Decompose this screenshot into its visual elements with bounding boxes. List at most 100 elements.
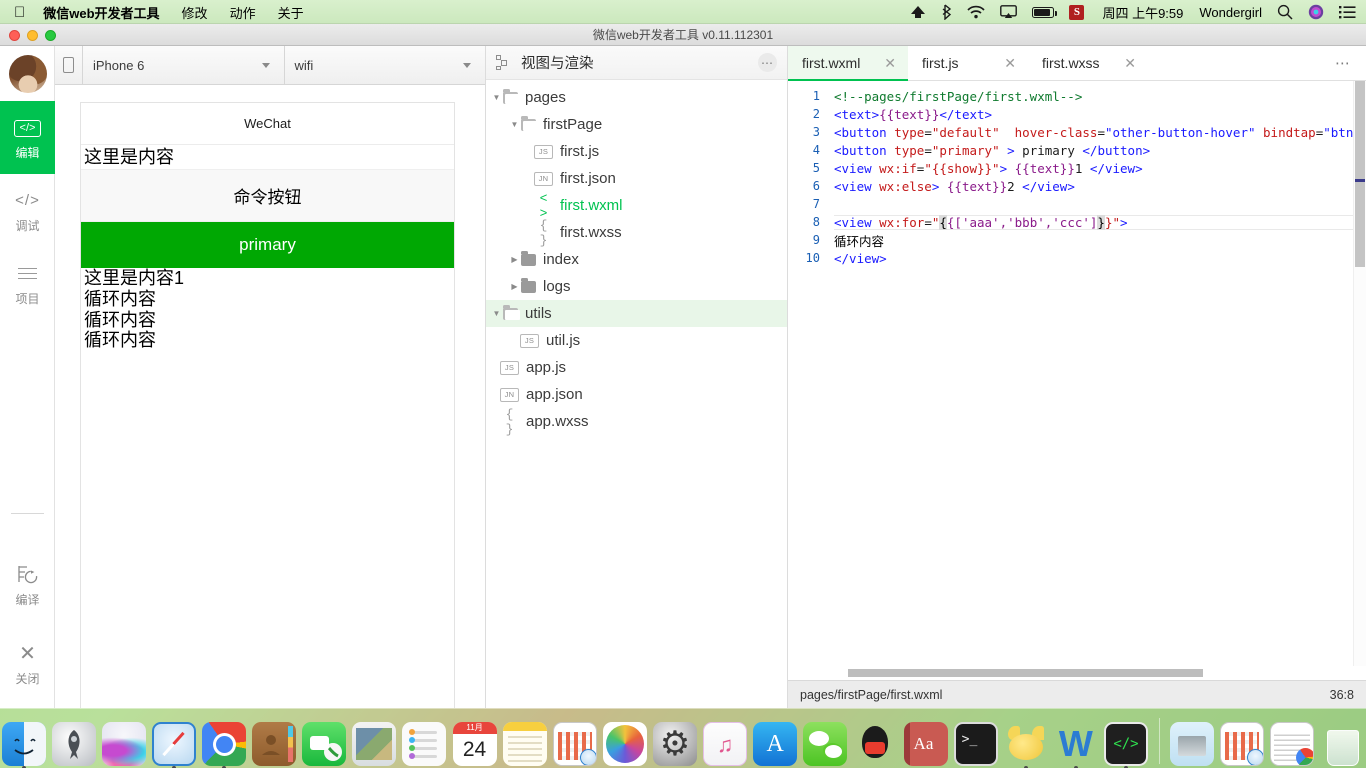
chevron-right-icon[interactable]: ▶ <box>508 255 521 264</box>
network-select[interactable]: wifi <box>285 46 486 84</box>
rail-item-compile[interactable]: 编译 <box>0 548 55 621</box>
dock-item-foxmail[interactable] <box>1002 718 1049 768</box>
notification-center-icon[interactable] <box>1339 5 1356 19</box>
tree-row-app-json[interactable]: JN app.json <box>486 381 787 408</box>
siri-icon[interactable] <box>1308 4 1324 20</box>
app-window: 微信web开发者工具 v0.11.112301 </> 编辑 </> 调试 项目 <box>0 24 1366 708</box>
dock-item-finder[interactable] <box>0 718 47 768</box>
tree-row-first-wxss[interactable]: { } first.wxss <box>486 218 787 248</box>
dock-item-news[interactable] <box>551 718 598 766</box>
dock-item-wechat[interactable] <box>802 718 849 766</box>
scrollbar-thumb[interactable] <box>848 669 1203 677</box>
tree-row-first-wxml[interactable]: < > first.wxml <box>486 191 787 221</box>
chevron-down-icon[interactable]: ▼ <box>490 309 503 318</box>
tree-row-util-js[interactable]: JS util.js <box>486 327 787 354</box>
dock-item-itunes[interactable] <box>702 718 749 766</box>
dock-item-dictionary[interactable] <box>902 718 949 766</box>
more-dots-icon[interactable]: ⋯ <box>758 53 777 72</box>
rail-item-edit[interactable]: </> 编辑 <box>0 101 55 174</box>
dock-item-launchpad[interactable] <box>50 718 97 766</box>
avatar[interactable] <box>0 46 55 101</box>
dock-item-wechat-devtools[interactable] <box>1102 718 1149 768</box>
dock-item-mail[interactable] <box>351 718 398 766</box>
tab-first-js[interactable]: first.js ✕ <box>908 46 1028 80</box>
dock-item-document[interactable] <box>1169 718 1216 766</box>
dock-item-app-store[interactable] <box>752 718 799 766</box>
rail-item-debug[interactable]: </> 调试 <box>0 174 55 247</box>
search-icon[interactable] <box>1277 4 1293 20</box>
chevron-down-icon[interactable]: ▼ <box>508 120 521 129</box>
close-icon[interactable]: ✕ <box>864 56 896 70</box>
dock-item-photos[interactable] <box>601 718 648 766</box>
wifi-icon[interactable] <box>967 5 986 19</box>
dock-item-trash[interactable] <box>1319 718 1366 766</box>
dock-item-siri[interactable] <box>100 718 147 766</box>
dock-item-facetime[interactable] <box>301 718 348 766</box>
editor-horizontal-scrollbar[interactable] <box>788 666 1366 680</box>
rotate-device-icon[interactable] <box>55 46 83 84</box>
dock-item-terminal[interactable] <box>952 718 999 766</box>
structure-icon <box>496 54 512 71</box>
dock-item-qq[interactable] <box>852 718 899 766</box>
trash-icon <box>1320 722 1364 766</box>
bluetooth-icon[interactable] <box>941 4 952 20</box>
chevron-right-icon[interactable]: ▶ <box>508 282 521 291</box>
phone-default-button[interactable]: 命令按钮 <box>81 168 454 222</box>
menu-item-app-name[interactable]: 微信web开发者工具 <box>43 3 159 22</box>
tree-row-firstpage[interactable]: ▼ firstPage <box>486 111 787 138</box>
dock-item-word[interactable] <box>1052 718 1099 768</box>
battery-icon[interactable] <box>1032 6 1057 18</box>
chevron-down-icon[interactable]: ▼ <box>490 93 503 102</box>
more-dots-icon[interactable]: ⋯ <box>1321 46 1366 80</box>
dock-item-contacts[interactable] <box>251 718 298 766</box>
menu-item-about[interactable]: 关于 <box>278 3 304 22</box>
maximize-window-button[interactable] <box>45 30 56 41</box>
tree-row-app-wxss[interactable]: { } app.wxss <box>486 407 787 437</box>
dock-item-notes[interactable] <box>501 718 548 766</box>
close-icon[interactable]: ✕ <box>984 56 1016 70</box>
dock-item-calendar[interactable]: 11月 24 <box>451 718 498 766</box>
dock-item-chrome[interactable] <box>200 718 247 768</box>
sogou-input-icon[interactable]: S <box>1069 4 1085 20</box>
airplay-icon[interactable] <box>1000 5 1018 19</box>
gear-icon <box>653 722 697 766</box>
phone-primary-button[interactable]: primary <box>81 221 454 268</box>
dock-item-window-2[interactable] <box>1269 718 1316 766</box>
tree-row-first-json[interactable]: JN first.json <box>486 165 787 192</box>
foxmail-icon <box>1004 722 1048 766</box>
tree-row-pages[interactable]: ▼ pages <box>486 84 787 111</box>
tree-row-first-js[interactable]: JS first.js <box>486 138 787 165</box>
dock-item-window-1[interactable] <box>1219 718 1266 766</box>
dock-item-safari[interactable] <box>150 718 197 768</box>
menu-bar-clock[interactable]: 周四 上午9:59 <box>1102 3 1183 22</box>
menu-bar-user[interactable]: Wondergirl <box>1199 5 1262 20</box>
tree-row-index[interactable]: ▶ index <box>486 246 787 273</box>
tree-label: first.json <box>560 170 616 187</box>
scrollbar-thumb[interactable] <box>1355 81 1365 267</box>
tab-first-wxss[interactable]: first.wxss ✕ <box>1028 46 1148 80</box>
menu-item-action[interactable]: 动作 <box>230 3 256 22</box>
tree-label: app.json <box>526 386 583 403</box>
dock-divider <box>1158 718 1160 764</box>
rail-item-project[interactable]: 项目 <box>0 247 55 320</box>
folder-closed-icon <box>521 277 536 293</box>
tree-row-utils[interactable]: ▼ utils <box>486 300 787 327</box>
editor-vertical-scrollbar[interactable] <box>1353 81 1366 666</box>
tree-row-app-js[interactable]: JS app.js <box>486 354 787 381</box>
file-tree-list: ▼ pages ▼ firstPage JS first.js JN first… <box>486 80 787 708</box>
dock-item-reminders[interactable] <box>401 718 448 766</box>
minimize-window-button[interactable] <box>27 30 38 41</box>
close-icon[interactable]: ✕ <box>1104 56 1136 70</box>
menu-item-modify[interactable]: 修改 <box>182 3 208 22</box>
tree-row-logs[interactable]: ▶ logs <box>486 273 787 300</box>
close-window-button[interactable] <box>9 30 20 41</box>
apple-logo-icon[interactable]:  <box>14 5 25 20</box>
rail-item-close[interactable]: ✕ 关闭 <box>0 621 55 700</box>
airdrop-icon[interactable] <box>910 5 926 20</box>
code-area[interactable]: 1 <!--pages/firstPage/first.wxml--> 2 <t… <box>788 81 1366 666</box>
phone-navbar: WeChat <box>81 103 454 145</box>
device-select[interactable]: iPhone 6 <box>83 46 285 84</box>
tab-first-wxml[interactable]: first.wxml ✕ <box>788 46 908 81</box>
file-tree-title: 视图与渲染 <box>521 56 594 72</box>
dock-item-system-prefs[interactable] <box>651 718 698 766</box>
